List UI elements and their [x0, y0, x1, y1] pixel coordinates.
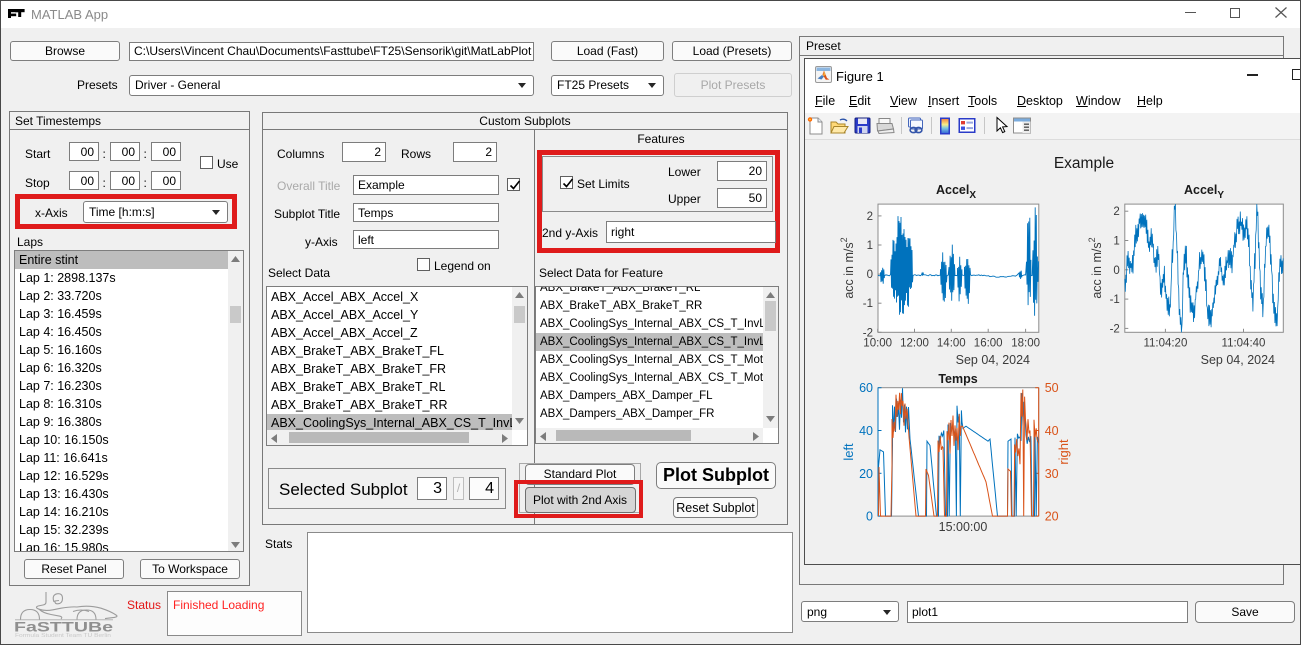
svg-text:50: 50	[1045, 381, 1059, 395]
svg-text:-1: -1	[863, 298, 873, 310]
svg-text:18:00: 18:00	[1011, 337, 1040, 349]
svg-text:12:00: 12:00	[900, 337, 929, 349]
svg-text:40: 40	[1045, 424, 1059, 438]
svg-text:15:00:00: 15:00:00	[939, 520, 988, 534]
svg-text:1: 1	[867, 240, 873, 252]
svg-text:30: 30	[1045, 467, 1059, 481]
svg-text:0: 0	[1113, 265, 1119, 277]
svg-text:left: left	[841, 443, 856, 461]
svg-text:11:04:40: 11:04:40	[1222, 337, 1266, 349]
svg-text:Example: Example	[1054, 155, 1114, 172]
svg-text:AccelY: AccelY	[1184, 183, 1224, 201]
svg-text:0: 0	[867, 269, 873, 281]
svg-text:Formula Student Team TU Berlin: Formula Student Team TU Berlin	[15, 633, 111, 638]
svg-text:-1: -1	[1110, 294, 1120, 306]
svg-text:14:00: 14:00	[937, 337, 966, 349]
svg-text:60: 60	[859, 381, 873, 395]
svg-text:-2: -2	[1110, 323, 1120, 335]
svg-text:AccelX: AccelX	[936, 183, 976, 201]
svg-text:11:04:20: 11:04:20	[1143, 337, 1187, 349]
svg-text:1: 1	[1113, 236, 1119, 248]
svg-text:right: right	[1056, 439, 1071, 465]
svg-text:16:00: 16:00	[974, 337, 1003, 349]
svg-text:Sep 04, 2024: Sep 04, 2024	[956, 353, 1030, 367]
svg-text:2: 2	[1113, 206, 1119, 218]
svg-text:10:00: 10:00	[863, 337, 892, 349]
svg-text:20: 20	[1045, 510, 1059, 524]
svg-text:Sep 04, 2024: Sep 04, 2024	[1201, 353, 1275, 367]
svg-text:2: 2	[867, 211, 873, 223]
svg-text:acc in m/s2: acc in m/s2	[1087, 237, 1104, 298]
svg-text:acc in m/s2: acc in m/s2	[839, 237, 856, 298]
svg-text:FaSTTUBe: FaSTTUBe	[14, 619, 113, 635]
svg-text:20: 20	[859, 467, 873, 481]
svg-text:0: 0	[866, 510, 873, 524]
svg-text:Temps: Temps	[938, 372, 977, 386]
svg-text:40: 40	[859, 424, 873, 438]
